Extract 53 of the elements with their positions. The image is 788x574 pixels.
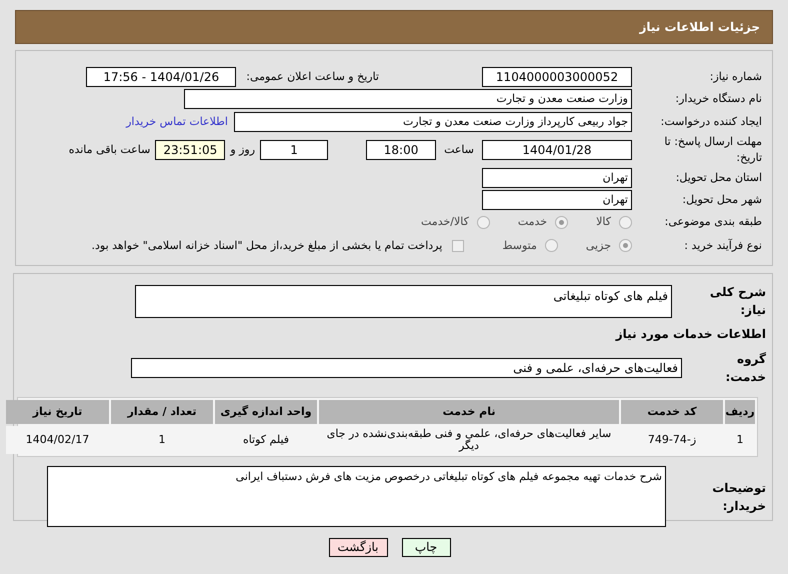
back-button[interactable]: بازگشت xyxy=(328,538,388,557)
field-label: نام دستگاه خریدار: xyxy=(674,91,762,108)
radio-button[interactable] xyxy=(619,239,632,252)
radio-button[interactable] xyxy=(476,216,490,230)
option-label: کالا xyxy=(596,214,611,230)
checkbox[interactable] xyxy=(452,240,464,252)
text-value: فیلم های کوتاه تبلیغاتی xyxy=(553,288,668,302)
text-field[interactable]: تهران xyxy=(482,190,632,210)
option-label: خدمت xyxy=(518,214,548,230)
option-label: متوسط xyxy=(502,238,537,254)
column-header: تعداد / مقدار xyxy=(111,400,213,424)
field-label: تاریخ و ساعت اعلان عمومی: xyxy=(246,68,379,85)
field-label: ایجاد کننده درخواست: xyxy=(660,114,762,130)
print-button[interactable]: چاپ xyxy=(402,538,450,557)
text-field[interactable]: 1 xyxy=(260,140,328,160)
column-header: نام خدمت xyxy=(319,400,619,424)
page-header: جزئیات اطلاعات نیاز xyxy=(15,10,773,44)
field-label: توضیحات خریدار: xyxy=(711,480,766,515)
field-label: نوع فرآیند خرید : xyxy=(683,238,762,254)
text-field[interactable]: تهران xyxy=(482,168,632,188)
field-label: شرح کلی نیاز: xyxy=(708,284,766,319)
column-header: ردیف xyxy=(725,400,755,424)
field-label: شماره نیاز: xyxy=(708,68,762,85)
text-field[interactable]: جواد ربیعی کارپرداز وزارت صنعت معدن و تجارت xyxy=(234,112,632,132)
text-field[interactable]: فعالیت‌های حرفه‌ای، علمی و فنی xyxy=(131,358,682,378)
field-label: ساعت باقی مانده xyxy=(68,142,150,158)
option-label: جزیی xyxy=(586,238,611,254)
text-area[interactable]: فیلم های کوتاه تبلیغاتی xyxy=(135,284,672,318)
radio-button[interactable] xyxy=(619,216,632,230)
text-field[interactable]: 18:00 xyxy=(366,140,436,160)
contact-link[interactable]: اطلاعات تماس خریدار xyxy=(126,114,228,130)
radio-button[interactable] xyxy=(555,216,568,230)
text-field[interactable]: 1104000003000052 xyxy=(482,67,632,88)
field-label: ساعت xyxy=(444,142,474,158)
text-area[interactable]: شرح خدمات تهیه مجموعه فیلم های کوتاه تبلیغاتی درخصوص مزیت های فرش دستباف ایرانی xyxy=(47,466,666,527)
radio-button[interactable] xyxy=(544,239,558,252)
field-label: مهلت ارسال پاسخ: تا تاریخ: xyxy=(663,134,762,166)
column-header: واحد اندازه گیری xyxy=(215,400,317,424)
column-header: تاریخ نیاز xyxy=(6,400,109,424)
text-value: شرح خدمات تهیه مجموعه فیلم های کوتاه تبلیغاتی درخصوص مزیت های فرش دستباف ایرانی xyxy=(236,470,662,483)
column-header: کد خدمت xyxy=(621,400,723,424)
field-label: روز و xyxy=(230,142,256,158)
text-field[interactable]: 1404/01/26 - 17:56 xyxy=(86,67,236,88)
text-field[interactable]: وزارت صنعت معدن و تجارت xyxy=(184,89,632,110)
option-label: کالا/خدمت xyxy=(421,214,469,230)
field-label: استان محل تحویل: xyxy=(674,170,762,186)
payment-note: پرداخت تمام یا بخشی از مبلغ خرید،از محل "اسناد خزانه اسلامی" خواهد بود. xyxy=(92,238,442,254)
field-label: گروه خدمت: xyxy=(724,351,766,386)
section-heading: اطلاعات خدمات مورد نیاز xyxy=(616,326,766,343)
field-label: طبقه بندی موضوعی: xyxy=(664,214,762,230)
text-field[interactable]: 1404/01/28 xyxy=(482,140,632,160)
field-label: شهر محل تحویل: xyxy=(681,192,762,208)
countdown-field[interactable]: 23:51:05 xyxy=(155,140,226,160)
